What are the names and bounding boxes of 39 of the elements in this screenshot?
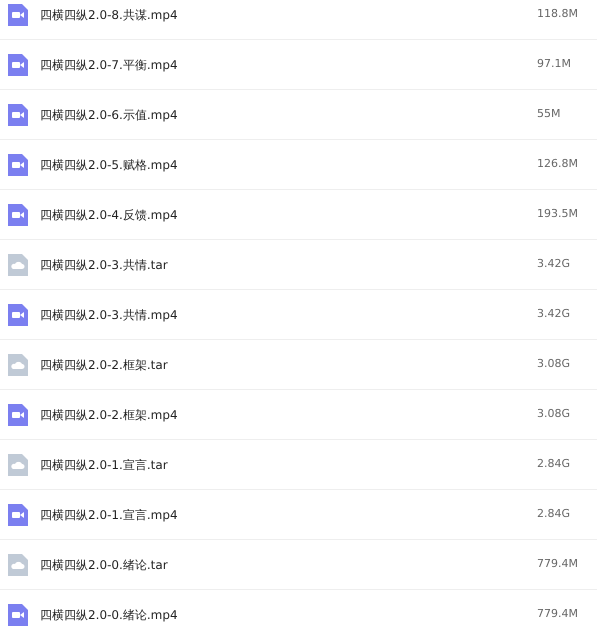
- file-name[interactable]: 四横四纵2.0-7.平衡.mp4: [40, 56, 537, 74]
- file-name[interactable]: 四横四纵2.0-0.绪论.mp4: [40, 606, 537, 624]
- file-size: 126.8M: [537, 156, 578, 172]
- file-name[interactable]: 四横四纵2.0-1.宣言.mp4: [40, 506, 537, 524]
- video-file-icon: [8, 4, 28, 26]
- file-name[interactable]: 四横四纵2.0-1.宣言.tar: [40, 456, 537, 474]
- cloud-file-icon: [8, 554, 28, 576]
- video-file-icon: [8, 304, 28, 326]
- file-size: 3.08G: [537, 406, 570, 422]
- cloud-file-icon: [8, 454, 28, 476]
- file-size: 2.84G: [537, 506, 570, 522]
- file-size: 3.08G: [537, 356, 570, 372]
- file-size: 97.1M: [537, 56, 571, 72]
- file-name[interactable]: 四横四纵2.0-3.共情.tar: [40, 256, 537, 274]
- video-file-icon: [8, 604, 28, 626]
- file-name[interactable]: 四横四纵2.0-2.框架.tar: [40, 356, 537, 374]
- file-size: 193.5M: [537, 206, 578, 222]
- video-file-icon: [8, 54, 28, 76]
- file-name[interactable]: 四横四纵2.0-6.示值.mp4: [40, 106, 537, 124]
- file-size: 779.4M: [537, 556, 578, 572]
- file-name[interactable]: 四横四纵2.0-3.共情.mp4: [40, 306, 537, 324]
- file-size: 3.42G: [537, 256, 570, 272]
- file-name[interactable]: 四横四纵2.0-8.共谋.mp4: [40, 6, 537, 24]
- file-size: 55M: [537, 106, 560, 122]
- video-file-icon: [8, 404, 28, 426]
- cloud-file-icon: [8, 254, 28, 276]
- file-name[interactable]: 四横四纵2.0-5.赋格.mp4: [40, 156, 537, 174]
- video-file-icon: [8, 204, 28, 226]
- video-file-icon: [8, 104, 28, 126]
- file-name[interactable]: 四横四纵2.0-0.绪论.tar: [40, 556, 537, 574]
- file-size: 779.4M: [537, 606, 578, 622]
- video-file-icon: [8, 504, 28, 526]
- file-size: 3.42G: [537, 306, 570, 322]
- file-size: 118.8M: [537, 6, 578, 22]
- file-size: 2.84G: [537, 456, 570, 472]
- video-file-icon: [8, 154, 28, 176]
- file-name[interactable]: 四横四纵2.0-4.反馈.mp4: [40, 206, 537, 224]
- cloud-file-icon: [8, 354, 28, 376]
- file-name[interactable]: 四横四纵2.0-2.框架.mp4: [40, 406, 537, 424]
